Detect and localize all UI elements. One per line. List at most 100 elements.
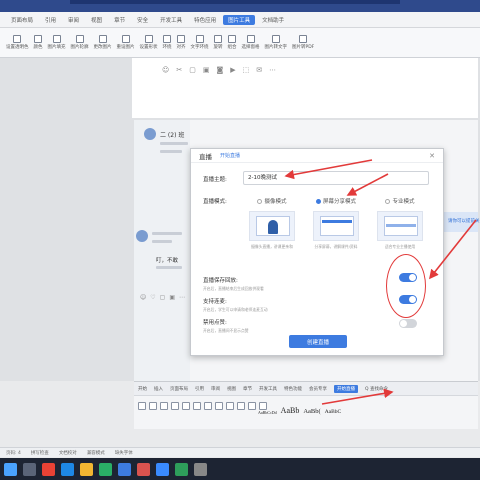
ribbon-button[interactable]: 对齐 [177,35,186,50]
font-color-icon[interactable] [182,402,190,410]
dialog-subtitle[interactable]: 开始直播 [220,152,240,159]
emoji-icon[interactable]: ☺ [140,294,146,301]
scissors-icon[interactable]: ✂ [176,66,182,74]
option-desc: 开启后，直播结束后生成回放供观看 [203,286,264,291]
ribbon-button[interactable]: 图片填充 [48,35,66,50]
mode-screen-share[interactable]: 屏幕分享模式 分享屏幕，讲解课件/资料 [307,197,365,250]
camera-mode-thumbnail[interactable] [249,211,295,241]
chrome-icon[interactable] [42,462,55,476]
menu-tab[interactable]: 开发工具 [155,15,187,25]
ribbon-tab[interactable]: 开始 [138,386,147,392]
paste-icon[interactable] [138,402,146,410]
bold-icon[interactable] [149,402,157,410]
menu-tab[interactable]: 审阅 [63,15,84,25]
file-icon[interactable]: ▢ [189,66,196,74]
ribbon-button[interactable]: 组合 [228,35,237,50]
image-icon[interactable]: ▣ [169,294,175,301]
border-icon[interactable] [237,402,245,410]
ie-icon[interactable] [61,462,74,476]
ribbon-tab[interactable]: 视图 [227,386,236,392]
ribbon-button[interactable]: 更改图片 [94,35,112,50]
style-preset[interactable]: AaBb( [303,408,320,415]
menu-tab[interactable]: 章节 [109,15,130,25]
ribbon-tab[interactable]: 章节 [243,386,252,392]
mode-professional[interactable]: 专业模式 适合专业主播使用 [371,197,429,250]
menu-tab[interactable]: 安全 [132,15,153,25]
radio-icon[interactable] [257,198,263,204]
ribbon-button[interactable]: 重设图片 [117,35,135,50]
screenshot-icon[interactable]: ⬚ [243,66,250,74]
app-icon[interactable] [194,462,207,476]
style-preset[interactable]: AaBbCcDd [258,410,277,415]
status-item[interactable]: 拼写检查 [31,450,49,456]
status-item[interactable]: 文档校对 [59,450,77,456]
ribbon-tab[interactable]: 特色功能 [284,386,302,392]
ribbon-tab[interactable]: 开发工具 [259,386,277,392]
ribbon-button[interactable]: 设置透明色 [6,35,29,50]
chat-sender-name: 二 (2) 班 [160,132,185,139]
radio-icon[interactable] [315,198,321,204]
ribbon-button[interactable]: 颜色 [34,35,43,50]
ribbon-button[interactable]: 图片转PDF [292,35,314,50]
menu-tab[interactable]: 文档助手 [257,15,289,25]
indent-icon[interactable] [215,402,223,410]
ribbon-button[interactable]: 文字环绕 [191,35,209,50]
menu-tab[interactable]: 引用 [40,15,61,25]
disable-like-toggle[interactable] [399,319,417,328]
close-icon[interactable]: ✕ [429,152,435,160]
mode-camera[interactable]: 摄像模式 摄像头直播，讲课更亲和 [243,197,301,250]
ribbon-button-label: 图片填充 [47,45,66,50]
professional-mode-thumbnail[interactable] [377,211,423,241]
more-icon[interactable]: ⋯ [269,66,276,74]
dingtalk-icon[interactable] [156,462,169,476]
video-icon[interactable] [118,462,131,476]
ribbon-button[interactable]: 图片转文字 [265,35,287,50]
ribbon-button[interactable]: 选择窗格 [242,35,260,50]
status-item[interactable]: 页码: 4 [6,450,21,456]
menu-tab[interactable]: 页面布局 [6,15,38,25]
ribbon-tab[interactable]: 引用 [195,386,204,392]
ribbon-tab[interactable]: 插入 [154,386,163,392]
image-icon[interactable]: ▣ [203,66,210,74]
ribbon-button[interactable]: 图片轮廓 [71,35,89,50]
more-icon[interactable]: ⋯ [179,294,185,301]
ribbon-tab[interactable]: 审阅 [211,386,220,392]
shading-icon[interactable] [248,402,256,410]
menu-tab[interactable]: 视图 [86,15,107,25]
italic-icon[interactable] [160,402,168,410]
ribbon-tab[interactable]: 会员专享 [309,386,327,392]
ribbon-button[interactable]: 环绕 [163,35,172,50]
ribbon-button[interactable]: 设置形状 [140,35,158,50]
ribbon-tab[interactable]: Q 查找命令 [365,386,388,392]
status-item[interactable]: 兼容模式 [87,450,105,456]
screen-share-thumbnail[interactable] [313,211,359,241]
ribbon-button[interactable]: 旋转 [214,35,223,50]
mail-icon[interactable]: ✉ [256,66,262,74]
radio-icon[interactable] [385,198,391,204]
video-icon[interactable]: ▶ [230,66,235,74]
ribbon-tab[interactable]: 开始直播 [334,384,358,393]
folder-icon[interactable]: ▢ [160,294,166,301]
folder-icon[interactable] [80,462,93,476]
search-icon[interactable] [23,462,36,476]
ribbon-tab[interactable]: 页面布局 [170,386,188,392]
style-preset[interactable]: AaBb [281,406,300,415]
option-co-mic: 支持连麦: 开启后，学生可以申请和老师连麦互动 [203,297,268,313]
underline-icon[interactable] [171,402,179,410]
topic-input[interactable]: 2-10晚测试 [243,171,429,185]
heart-icon[interactable]: ♡ [150,294,155,301]
create-live-button[interactable]: 创建直播 [289,335,347,348]
list-icon[interactable] [204,402,212,410]
status-item[interactable]: 缺失字体 [115,450,133,456]
spacing-icon[interactable] [226,402,234,410]
sheet-icon[interactable] [175,462,188,476]
align-icon[interactable] [193,402,201,410]
menu-tab[interactable]: 特色应用 [189,15,221,25]
smile-icon[interactable]: ☺ [162,66,169,74]
menu-tab[interactable]: 图片工具 [223,14,256,25]
windows-icon[interactable] [4,462,17,476]
camera-icon[interactable]: ◙ [216,66,223,74]
wechat-icon[interactable] [99,462,112,476]
wps-icon[interactable] [137,462,150,476]
style-preset[interactable]: AaBbC [325,409,342,415]
